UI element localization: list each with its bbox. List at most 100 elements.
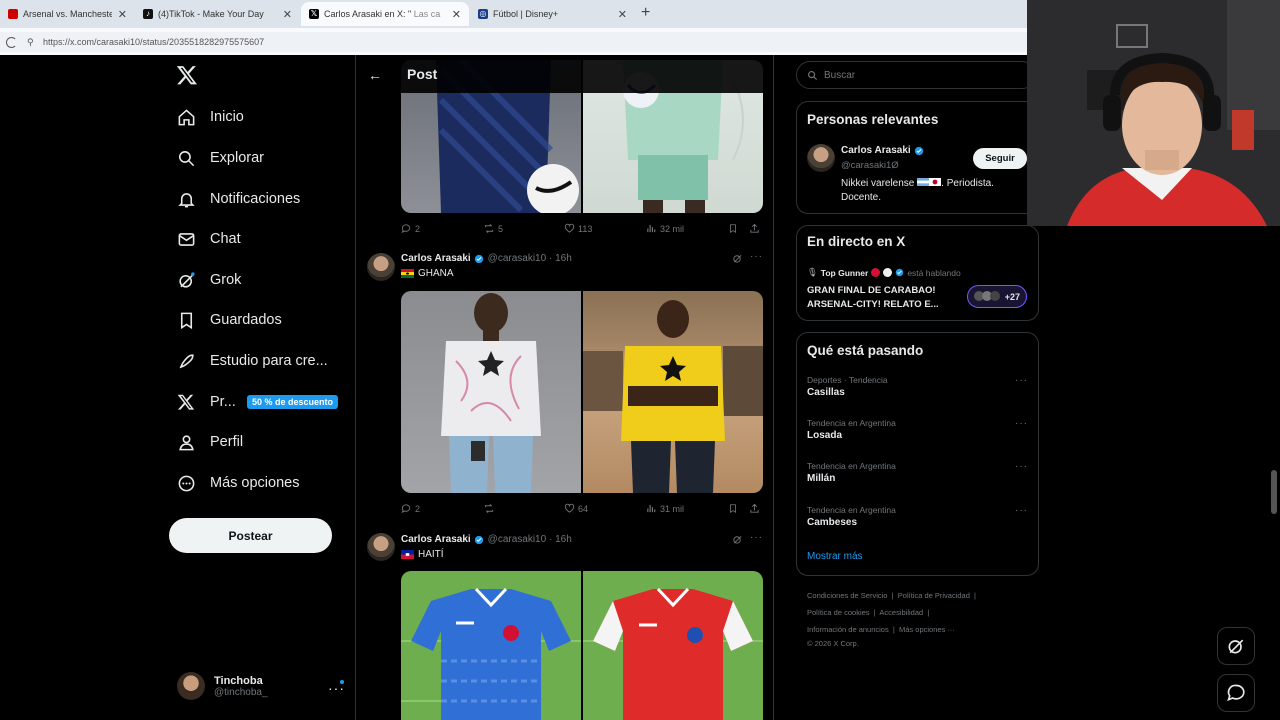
address-bar[interactable]: ⚲ https://x.com/carasaki10/status/203551…	[0, 32, 1027, 52]
browser-tab[interactable]: ◎ Fútbol | Disney+ ✕	[470, 2, 635, 26]
nav-item-notificaciones[interactable]: Notificaciones	[176, 185, 300, 213]
footer-link[interactable]: Condiciones de Servicio	[807, 591, 887, 600]
bookmark-icon	[176, 310, 196, 330]
footer-links: Política de cookies | Accesibilidad |	[807, 608, 930, 617]
browser-tab-active[interactable]: 𝕏 Carlos Arasaki en X: " Las ca ✕	[301, 2, 469, 26]
nav-item-estudio[interactable]: Estudio para cre...	[176, 347, 328, 375]
avatar[interactable]	[367, 253, 395, 281]
bookmark-button[interactable]	[728, 223, 738, 234]
footer-link[interactable]: Información de anuncios	[807, 625, 889, 634]
nav-item-label: Chat	[210, 231, 241, 247]
nav-item-perfil[interactable]: Perfil	[176, 428, 243, 456]
tweet-time[interactable]: · 16h	[549, 534, 572, 545]
media-image-yellow-kit[interactable]	[583, 291, 763, 493]
tab-label: Fútbol | Disney+	[493, 9, 559, 19]
bio-text: . Periodista.	[941, 178, 994, 189]
bookmark-button[interactable]	[728, 503, 738, 514]
footer-link[interactable]: Más opciones ···	[899, 625, 955, 634]
nav-item-mas-opciones[interactable]: Más opciones	[176, 469, 299, 497]
author-handle[interactable]: @carasaki10	[488, 534, 547, 545]
nav-item-chat[interactable]: Chat	[176, 225, 241, 253]
heart-icon	[564, 223, 575, 233]
close-icon[interactable]: ✕	[618, 8, 627, 21]
site-info-icon[interactable]: ⚲	[27, 37, 37, 47]
author-handle[interactable]: @carasaki10	[488, 253, 547, 264]
repost-button[interactable]: 5	[483, 223, 503, 234]
tweet-media[interactable]	[401, 571, 763, 720]
back-arrow-icon[interactable]: ←	[368, 67, 382, 83]
relevant-handle[interactable]: @carasaki1Ø	[841, 160, 899, 171]
host-avatar-icon: 🎙	[807, 267, 818, 277]
follow-button[interactable]: Seguir	[973, 148, 1027, 169]
tweet-media[interactable]	[401, 291, 763, 493]
disney-icon: ◎	[478, 9, 488, 19]
footer-link[interactable]: Accesibilidad	[879, 608, 923, 617]
trend-more-icon[interactable]: ···	[1015, 375, 1028, 386]
author-name[interactable]: Carlos Arasaki	[401, 253, 471, 264]
listeners-pill[interactable]: +27	[967, 285, 1027, 308]
trend-item[interactable]: Tendencia en Argentina Millán	[807, 461, 896, 484]
like-button[interactable]: 113	[564, 223, 592, 234]
trend-category: Tendencia en Argentina	[807, 461, 896, 471]
share-button[interactable]	[749, 503, 760, 514]
reply-button[interactable]: 2	[401, 503, 420, 514]
close-icon[interactable]: ✕	[118, 8, 127, 21]
messages-float-button[interactable]	[1217, 674, 1255, 712]
close-icon[interactable]: ✕	[452, 8, 461, 21]
repost-button[interactable]	[483, 503, 498, 514]
post-button[interactable]: Postear	[169, 518, 332, 553]
footer-links: Condiciones de Servicio | Política de Pr…	[807, 591, 977, 600]
like-button[interactable]: 64	[564, 503, 588, 514]
nav-item-label: Inicio	[210, 109, 244, 125]
more-icon[interactable]: ···	[750, 251, 763, 262]
tab-label: Arsenal vs. Manchester City | F	[23, 9, 112, 19]
scrollbar-thumb[interactable]	[1271, 470, 1277, 514]
trend-item[interactable]: Deportes · Tendencia Casillas	[807, 375, 888, 398]
show-more-link[interactable]: Mostrar más	[807, 551, 863, 562]
trend-name: Losada	[807, 430, 843, 441]
media-image-white-kit[interactable]	[401, 291, 581, 493]
x-logo-icon[interactable]	[176, 64, 198, 86]
new-tab-button[interactable]: +	[641, 4, 650, 22]
browser-tab[interactable]: Arsenal vs. Manchester City | F ✕	[0, 2, 135, 26]
trend-item[interactable]: Tendencia en Argentina Cambeses	[807, 505, 896, 528]
footer-link[interactable]: Política de cookies	[807, 608, 870, 617]
avatar[interactable]	[367, 533, 395, 561]
nav-item-premium[interactable]: Pr...	[176, 388, 236, 416]
trend-more-icon[interactable]: ···	[1015, 505, 1028, 516]
nav-item-guardados[interactable]: Guardados	[176, 306, 282, 334]
tweet-time[interactable]: · 16h	[549, 253, 572, 264]
browser-tab[interactable]: ♪ (4)TikTok - Make Your Day ✕	[135, 2, 300, 26]
trend-more-icon[interactable]: ···	[1015, 461, 1028, 472]
more-icon[interactable]: ···	[750, 532, 763, 543]
trend-more-icon[interactable]: ···	[1015, 418, 1028, 429]
avatar[interactable]	[807, 144, 835, 172]
search-placeholder: Buscar	[824, 69, 856, 81]
promo-badge[interactable]: 50 % de descuento	[247, 395, 339, 409]
author-name[interactable]: Carlos Arasaki	[401, 534, 471, 545]
search-input[interactable]: Buscar	[796, 61, 1036, 89]
live-title: GRAN FINAL DE CARABAO! ARSENAL-CITY! REL…	[807, 284, 939, 312]
live-host: 🎙 Top Gunner está hablando	[807, 267, 961, 278]
close-icon[interactable]: ✕	[283, 8, 292, 21]
views-button[interactable]: 31 mil	[646, 503, 684, 514]
reply-button[interactable]: 2	[401, 223, 420, 234]
footer-link[interactable]: Política de Privacidad	[898, 591, 970, 600]
media-image-blue-kit[interactable]	[401, 571, 581, 720]
grok-icon[interactable]	[732, 534, 743, 548]
trend-item[interactable]: Tendencia en Argentina Losada	[807, 418, 896, 441]
post-timeline[interactable]: ← Post 2 5 113 32 mil Carlos Arasaki @ca…	[355, 55, 774, 720]
relevant-name[interactable]: Carlos Arasaki	[841, 145, 924, 156]
share-button[interactable]	[749, 223, 760, 234]
live-spaces-card[interactable]: En directo en X 🎙 Top Gunner está hablan…	[796, 225, 1039, 321]
grok-float-button[interactable]	[1217, 627, 1255, 665]
nav-item-inicio[interactable]: Inicio	[176, 103, 244, 131]
nav-item-grok[interactable]: Grok	[176, 266, 241, 294]
reload-icon[interactable]	[6, 36, 17, 48]
grok-icon[interactable]	[732, 253, 743, 267]
account-switcher[interactable]: Tinchoba @tinchoba_	[177, 672, 268, 700]
webcam-video	[1027, 0, 1280, 226]
nav-item-explorar[interactable]: Explorar	[176, 144, 264, 172]
media-image-red-kit[interactable]	[583, 571, 763, 720]
views-button[interactable]: 32 mil	[646, 223, 684, 234]
